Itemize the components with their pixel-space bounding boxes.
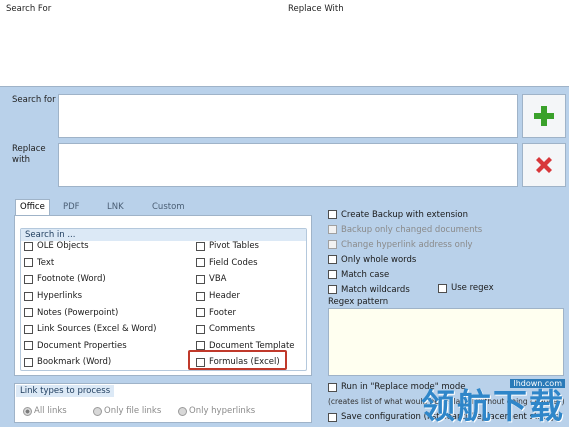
- watermark-text: 领航下载: [421, 387, 565, 427]
- checkbox-whole-words[interactable]: Only whole words: [328, 252, 564, 267]
- checkbox-box[interactable]: [196, 341, 205, 351]
- radio-label: All links: [34, 406, 67, 416]
- checkbox-footnote[interactable]: Footnote (Word): [24, 271, 156, 288]
- checkbox-box[interactable]: [328, 382, 337, 392]
- checkbox-comments[interactable]: Comments: [196, 321, 295, 338]
- checkbox-label: Comments: [209, 324, 256, 335]
- replace-with-label: Replace with: [12, 144, 46, 165]
- radio-only-file-links[interactable]: Only file links: [93, 406, 161, 416]
- link-types-group: Link types to process All links Only fil…: [14, 383, 312, 423]
- checkbox-box[interactable]: [24, 308, 33, 318]
- checkbox-label: Footnote (Word): [37, 274, 106, 285]
- replace-with-input[interactable]: [58, 143, 518, 187]
- checkbox-label: Bookmark (Word): [37, 357, 112, 368]
- checkbox-label: Notes (Powerpoint): [37, 307, 119, 318]
- radio-all-links[interactable]: All links: [23, 406, 67, 416]
- checkbox-label: Link Sources (Excel & Word): [37, 324, 157, 335]
- checkbox-box[interactable]: [196, 308, 205, 318]
- radio-button[interactable]: [178, 406, 187, 416]
- checkbox-pivot-tables[interactable]: Pivot Tables: [196, 238, 295, 255]
- checkbox-box[interactable]: [328, 255, 337, 264]
- checkbox-match-case[interactable]: Match case: [328, 267, 564, 282]
- checkbox-box[interactable]: [24, 258, 33, 268]
- checkbox-label: Match wildcards: [341, 284, 410, 295]
- checkbox-backup-changed[interactable]: Backup only changed documents: [328, 222, 564, 237]
- checkbox-text[interactable]: Text: [24, 255, 156, 272]
- checkbox-hyperlinks[interactable]: Hyperlinks: [24, 288, 156, 305]
- tab-custom[interactable]: Custom: [148, 200, 189, 216]
- radio-label: Only file links: [104, 406, 162, 416]
- checkbox-label: Only whole words: [341, 254, 417, 265]
- checkbox-label: Text: [37, 257, 55, 268]
- search-for-label: Search for: [12, 95, 56, 105]
- column-header-replace-with[interactable]: Replace With: [288, 4, 344, 14]
- checkbox-use-regex[interactable]: Use regex: [438, 282, 494, 294]
- checkbox-label: Pivot Tables: [209, 241, 259, 252]
- checkbox-label: Use regex: [451, 283, 494, 293]
- tab-pdf[interactable]: PDF: [59, 200, 84, 216]
- column-header-search-for[interactable]: Search For: [6, 4, 51, 14]
- search-in-left-column: OLE Objects Text Footnote (Word) Hyperli…: [24, 238, 156, 371]
- checkbox-create-backup[interactable]: Create Backup with extension: [328, 207, 564, 222]
- checkbox-label: Change hyperlink address only: [341, 239, 473, 250]
- search-replace-list[interactable]: Search For Replace With: [0, 0, 569, 87]
- link-types-title: Link types to process: [16, 385, 115, 397]
- checkbox-box[interactable]: [328, 225, 337, 234]
- checkbox-field-codes[interactable]: Field Codes: [196, 255, 295, 272]
- checkbox-box[interactable]: [196, 241, 205, 251]
- regex-pattern-input[interactable]: [328, 308, 564, 376]
- checkbox-label: Hyperlinks: [37, 291, 83, 302]
- radio-button[interactable]: [93, 406, 102, 416]
- watermark: lhdown.com 领航下载: [369, 371, 569, 427]
- checkbox-box[interactable]: [328, 285, 337, 294]
- checkbox-label: OLE Objects: [37, 241, 89, 252]
- checkbox-label: Header: [209, 291, 240, 302]
- delete-pair-button[interactable]: [522, 143, 566, 187]
- checkbox-box[interactable]: [24, 291, 33, 301]
- formulas-highlight-box: [188, 350, 287, 370]
- checkbox-box[interactable]: [196, 324, 205, 334]
- checkbox-vba[interactable]: VBA: [196, 271, 295, 288]
- checkbox-label: VBA: [209, 274, 227, 285]
- checkbox-box[interactable]: [196, 274, 205, 284]
- regex-pattern-label: Regex pattern: [328, 297, 389, 307]
- radio-label: Only hyperlinks: [189, 406, 256, 416]
- checkbox-label: Create Backup with extension: [341, 209, 468, 220]
- checkbox-label: Footer: [209, 307, 237, 318]
- checkbox-ole-objects[interactable]: OLE Objects: [24, 238, 156, 255]
- radio-button[interactable]: [23, 406, 32, 416]
- x-icon: [536, 157, 552, 173]
- search-for-input[interactable]: [58, 94, 518, 138]
- checkbox-box[interactable]: [24, 241, 33, 251]
- checkbox-box[interactable]: [24, 324, 33, 334]
- checkbox-box[interactable]: [24, 357, 33, 367]
- tab-lnk[interactable]: LNK: [103, 200, 128, 216]
- checkbox-label: Backup only changed documents: [341, 224, 483, 235]
- checkbox-label: Document Properties: [37, 340, 127, 351]
- checkbox-document-properties[interactable]: Document Properties: [24, 338, 156, 355]
- checkbox-box[interactable]: [24, 341, 33, 351]
- radio-only-hyperlinks[interactable]: Only hyperlinks: [178, 406, 255, 416]
- checkbox-footer[interactable]: Footer: [196, 304, 295, 321]
- checkbox-box[interactable]: [328, 412, 337, 422]
- checkbox-label: Match case: [341, 269, 390, 280]
- checkbox-box[interactable]: [328, 240, 337, 249]
- checkbox-header[interactable]: Header: [196, 288, 295, 305]
- plus-icon: [534, 106, 554, 126]
- add-pair-button[interactable]: [522, 94, 566, 138]
- checkbox-box[interactable]: [196, 291, 205, 301]
- checkbox-box[interactable]: [24, 274, 33, 284]
- checkbox-box[interactable]: [328, 270, 337, 279]
- checkbox-change-hyperlink[interactable]: Change hyperlink address only: [328, 237, 564, 252]
- checkbox-link-sources[interactable]: Link Sources (Excel & Word): [24, 321, 156, 338]
- checkbox-box[interactable]: [196, 258, 205, 268]
- checkbox-notes[interactable]: Notes (Powerpoint): [24, 304, 156, 321]
- checkbox-bookmark[interactable]: Bookmark (Word): [24, 354, 156, 371]
- checkbox-box[interactable]: [328, 210, 337, 219]
- checkbox-label: Field Codes: [209, 257, 258, 268]
- checkbox-box[interactable]: [438, 283, 447, 293]
